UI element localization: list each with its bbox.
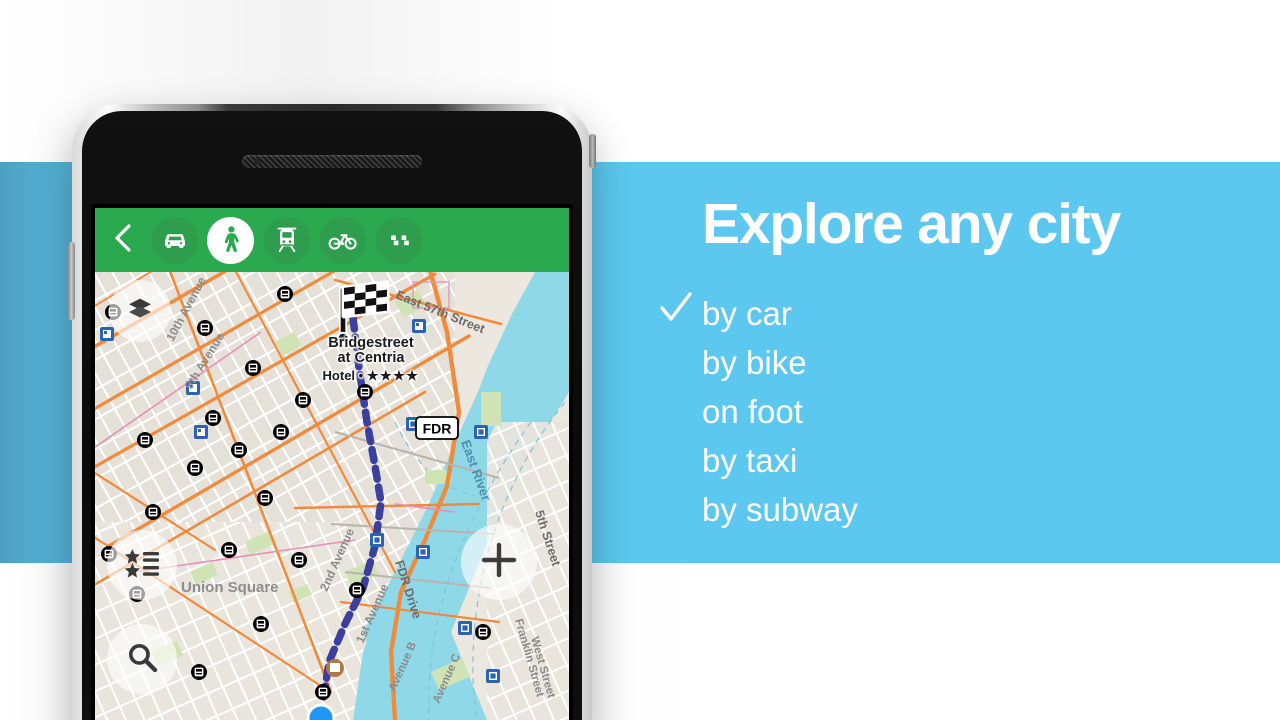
- front-camera-icon: [254, 158, 261, 165]
- chevron-left-icon: [112, 223, 134, 258]
- pedestrian-icon: [218, 225, 244, 255]
- feature-list: by car by bike on foot by taxi by subway: [660, 289, 1262, 534]
- check-icon: [659, 291, 693, 325]
- mode-button-bike[interactable]: [319, 216, 366, 264]
- volume-rocker-button[interactable]: [68, 242, 75, 320]
- feature-label: by car: [702, 295, 792, 332]
- mode-button-car[interactable]: [151, 216, 198, 264]
- back-button[interactable]: [95, 208, 151, 272]
- plus-icon: [480, 541, 518, 584]
- earpiece-speaker-icon: [242, 155, 422, 168]
- mode-button-taxi[interactable]: [375, 216, 422, 264]
- power-button[interactable]: [589, 134, 596, 168]
- mode-button-walk[interactable]: [207, 216, 254, 264]
- feature-panel: Explore any city by car by bike on foot …: [660, 192, 1262, 534]
- favorites-button[interactable]: [107, 530, 177, 600]
- feature-label: by bike: [702, 344, 807, 381]
- layers-button[interactable]: [109, 280, 171, 342]
- search-button[interactable]: [107, 624, 177, 694]
- feature-label: by taxi: [702, 442, 798, 479]
- travel-mode-strip: [151, 216, 422, 264]
- zoom-in-button[interactable]: [461, 524, 537, 600]
- list-item[interactable]: by subway: [702, 485, 1262, 534]
- svg-text:Union Square: Union Square: [181, 579, 279, 596]
- feature-label: on foot: [702, 393, 803, 430]
- list-item[interactable]: by taxi: [702, 436, 1262, 485]
- list-item[interactable]: by car: [660, 289, 1262, 338]
- map-canvas[interactable]: FDR 10th Avenue 9th Avenue East 57th Str…: [95, 272, 569, 720]
- highway-shield: FDR: [415, 416, 459, 440]
- feature-label: by subway: [702, 491, 858, 528]
- train-icon: [274, 226, 300, 254]
- slide-canvas: Explore any city by car by bike on foot …: [0, 0, 1280, 720]
- bicycle-icon: [328, 228, 358, 252]
- screen-bezel: FDR 10th Avenue 9th Avenue East 57th Str…: [91, 204, 573, 720]
- car-icon: [161, 226, 189, 254]
- app-toolbar: [95, 208, 569, 272]
- page-title: Explore any city: [702, 192, 1121, 256]
- phone-mockup: FDR 10th Avenue 9th Avenue East 57th Str…: [68, 104, 596, 720]
- star-list-icon: [124, 548, 160, 583]
- mode-button-transit[interactable]: [263, 216, 310, 264]
- taxi-icon: [385, 230, 413, 250]
- list-item[interactable]: by bike: [702, 338, 1262, 387]
- list-item[interactable]: on foot: [702, 387, 1262, 436]
- svg-text:FDR: FDR: [423, 420, 452, 436]
- layers-icon: [127, 296, 153, 327]
- phone-screen: FDR 10th Avenue 9th Avenue East 57th Str…: [95, 208, 569, 720]
- magnifier-icon: [126, 641, 158, 678]
